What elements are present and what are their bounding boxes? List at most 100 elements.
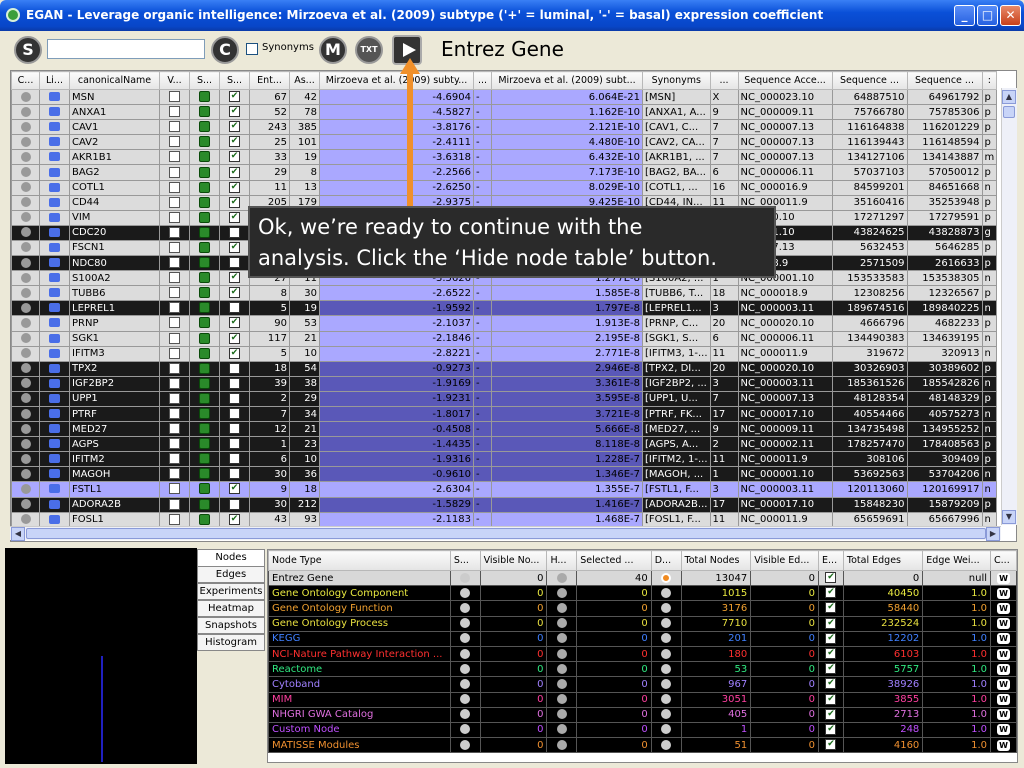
node-table-header[interactable]: As... [289, 71, 320, 90]
hide-circle-icon[interactable] [556, 709, 567, 720]
horizontal-scroll-thumb[interactable] [26, 528, 986, 539]
type-table-row[interactable]: Reactome 0 0 53 0 ✔ 5757 1.0 W [268, 661, 1017, 678]
type-table-row[interactable]: Cytoband 0 0 967 0 ✔ 38926 1.0 W [268, 676, 1017, 693]
select-checkbox[interactable]: ✔ [229, 483, 240, 495]
select-checkbox[interactable]: ✔ [229, 513, 240, 525]
status-icon[interactable] [199, 166, 210, 178]
visible-checkbox[interactable] [169, 181, 180, 193]
select-checkbox[interactable]: ✔ [229, 166, 240, 178]
visible-checkbox[interactable] [169, 468, 180, 480]
type-table-header[interactable]: Total Edges [842, 550, 924, 571]
node-table-header[interactable]: C... [11, 71, 40, 90]
visible-checkbox[interactable] [169, 317, 180, 329]
default-orange-icon[interactable] [661, 572, 672, 583]
table-row[interactable]: MED27 12 21 -0.4508-5.666E-8 [MED27, ... 9 NC_… [11, 421, 998, 438]
select-checkbox[interactable]: ✔ [229, 136, 240, 148]
type-table-header[interactable]: D... [650, 550, 682, 571]
type-table-header[interactable]: Edge Wei... [922, 550, 992, 571]
node-table-header[interactable]: Synonyms [642, 71, 711, 90]
visible-checkbox[interactable] [169, 241, 180, 253]
link-icon[interactable] [49, 393, 60, 403]
link-icon[interactable] [49, 439, 60, 449]
show-circle-icon[interactable] [460, 694, 471, 705]
select-checkbox[interactable]: ✔ [229, 272, 240, 284]
hide-circle-icon[interactable] [556, 663, 567, 674]
link-icon[interactable] [49, 212, 60, 222]
default-circle-icon[interactable] [661, 602, 672, 613]
type-table-row[interactable]: Gene Ontology Function 0 0 3176 0 ✔ 58440 1.0 W [268, 600, 1017, 617]
vertical-scrollbar[interactable] [1001, 88, 1017, 525]
edge-checkbox[interactable]: ✔ [825, 617, 837, 629]
visible-checkbox[interactable] [169, 453, 180, 465]
visible-checkbox[interactable] [169, 392, 180, 404]
edge-checkbox[interactable]: ✔ [825, 602, 837, 614]
status-icon[interactable] [199, 438, 210, 450]
color-picker-icon[interactable]: W [997, 724, 1011, 736]
color-picker-icon[interactable]: W [997, 648, 1011, 660]
tab-edges[interactable]: Edges [197, 566, 265, 583]
status-icon[interactable] [199, 241, 210, 253]
table-row[interactable]: PTRF 7 34 -1.8017-3.721E-8 [PTRF, FK... 17 NC_… [11, 405, 998, 423]
tab-nodes[interactable]: Nodes [197, 549, 265, 566]
visible-checkbox[interactable] [169, 272, 180, 284]
select-checkbox[interactable] [229, 498, 240, 510]
visible-checkbox[interactable] [169, 408, 180, 420]
visible-checkbox[interactable] [169, 136, 180, 148]
color-picker-icon[interactable]: W [997, 739, 1011, 751]
select-checkbox[interactable]: ✔ [229, 332, 240, 344]
select-checkbox[interactable]: ✔ [229, 121, 240, 133]
type-table-header[interactable]: C... [990, 550, 1017, 571]
type-table-row[interactable]: Entrez Gene 0 40 13047 0 ✔ 0 null W [268, 569, 1017, 587]
visible-checkbox[interactable] [169, 513, 180, 525]
table-row[interactable]: COTL1 ✔ 11 13 -2.6250-8.029E-10 [COTL1, ... 16… [11, 179, 998, 196]
status-icon[interactable] [199, 211, 210, 223]
default-circle-icon[interactable] [661, 678, 672, 689]
table-row[interactable]: ADORA2B 30 212 -1.5829-1.416E-7 [ADORA2B... 1… [11, 496, 998, 513]
table-row[interactable]: TPX2 18 54 -0.9273-2.946E-8 [TPX2, DI... 20 NC… [11, 360, 998, 377]
table-row[interactable]: UPP1 2 29 -1.9231-3.595E-8 [UPP1, U... 7 NC_00… [11, 390, 998, 407]
color-picker-icon[interactable]: W [997, 633, 1011, 645]
link-icon[interactable] [49, 258, 60, 268]
type-table-row[interactable]: Gene Ontology Process 0 0 7710 0 ✔ 232524 1.0 W [268, 615, 1017, 632]
status-icon[interactable] [199, 362, 210, 374]
visible-checkbox[interactable] [169, 362, 180, 374]
tab-heatmap[interactable]: Heatmap [197, 600, 265, 617]
type-table-row[interactable]: NHGRI GWA Catalog 0 0 405 0 ✔ 2713 1.0 W [268, 706, 1017, 723]
scroll-left-arrow[interactable]: ◀ [11, 527, 25, 541]
link-icon[interactable] [49, 92, 60, 102]
tab-experiments[interactable]: Experiments [197, 583, 265, 600]
hide-circle-icon[interactable] [556, 648, 567, 659]
show-circle-icon[interactable] [460, 602, 471, 613]
node-table-header[interactable]: Li... [39, 71, 70, 90]
status-icon[interactable] [199, 423, 210, 435]
color-picker-icon[interactable]: W [997, 602, 1011, 614]
status-icon[interactable] [199, 392, 210, 404]
node-table-header[interactable]: Mirzoeva et al. (2009) subt... [491, 71, 643, 90]
link-icon[interactable] [49, 484, 60, 494]
type-table-header[interactable]: Total Nodes [680, 550, 752, 571]
status-icon[interactable] [199, 513, 210, 525]
maximize-button[interactable]: □ [977, 5, 998, 26]
default-circle-icon[interactable] [661, 587, 672, 598]
scroll-right-arrow[interactable]: ▶ [986, 527, 1000, 541]
visible-checkbox[interactable] [169, 498, 180, 510]
color-picker-icon[interactable]: W [997, 678, 1011, 690]
link-icon[interactable] [49, 409, 60, 419]
link-icon[interactable] [49, 454, 60, 464]
type-table-row[interactable]: KEGG 0 0 201 0 ✔ 12202 1.0 W [268, 630, 1017, 647]
show-circle-icon[interactable] [460, 709, 471, 720]
default-circle-icon[interactable] [661, 739, 672, 750]
default-circle-icon[interactable] [661, 724, 672, 735]
table-row[interactable]: MSN ✔ 67 42 -4.6904-6.064E-21 [MSN] X NC_000023… [11, 88, 998, 106]
edge-checkbox[interactable]: ✔ [825, 708, 837, 720]
c-button[interactable]: C [211, 36, 239, 64]
status-icon[interactable] [199, 181, 210, 193]
select-checkbox[interactable] [229, 438, 240, 450]
table-row[interactable]: IFITM2 6 10 -1.9316-1.228E-7 [IFITM2, 1-... 1… [11, 451, 998, 468]
color-picker-icon[interactable]: W [997, 572, 1011, 584]
node-table-header[interactable]: Mirzoeva et al. (2009) subty... [319, 71, 474, 90]
status-icon[interactable] [199, 272, 210, 284]
m-button[interactable]: M [319, 36, 347, 64]
link-icon[interactable] [49, 122, 60, 132]
select-checkbox[interactable]: ✔ [229, 287, 240, 299]
